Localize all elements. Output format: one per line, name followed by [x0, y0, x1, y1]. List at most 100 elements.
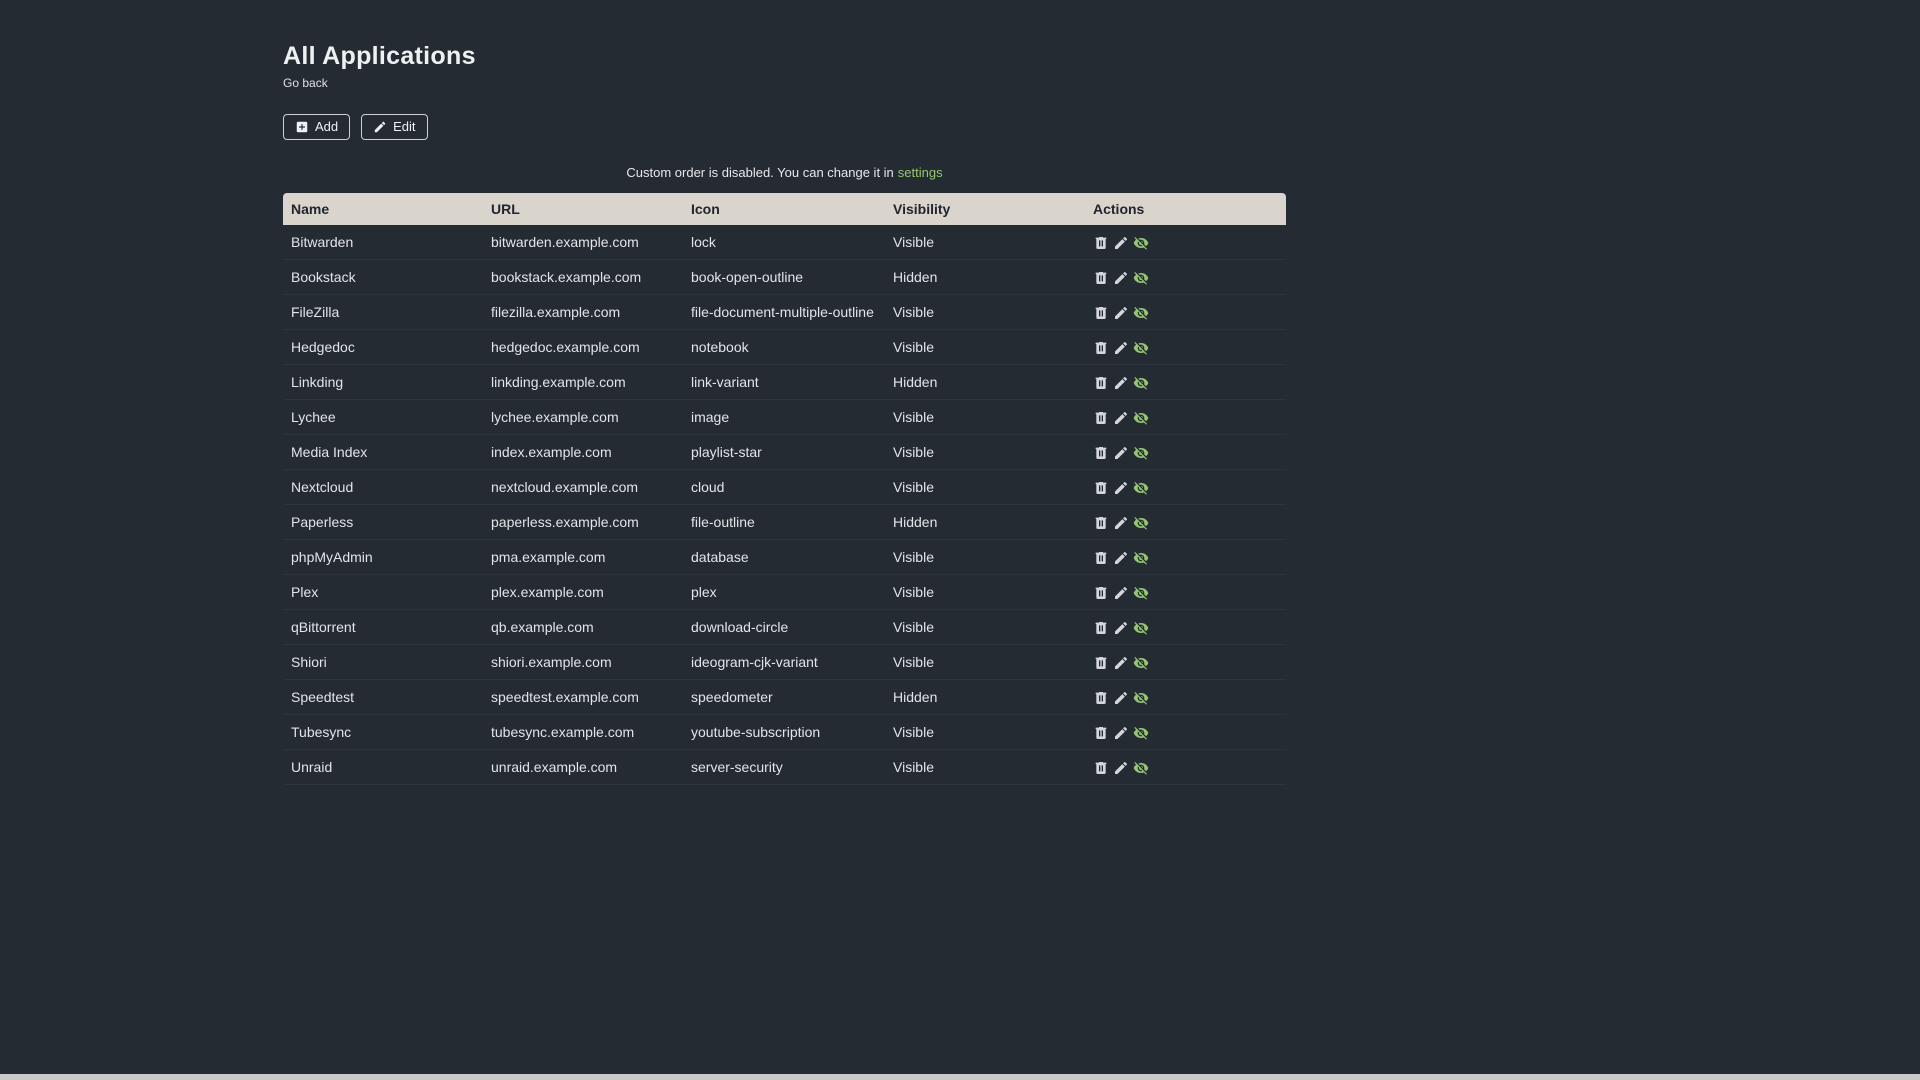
app-name: Hedgedoc [283, 329, 483, 365]
app-name: Plex [283, 574, 483, 610]
edit-button[interactable] [1113, 375, 1129, 391]
table-row: Tubesync tubesync.example.com youtube-subs… [283, 714, 1286, 750]
app-actions [1085, 609, 1286, 645]
app-name: FileZilla [283, 294, 483, 330]
app-url: plex.example.com [483, 574, 683, 610]
edit-button[interactable] [1113, 445, 1129, 461]
delete-button[interactable] [1093, 375, 1109, 391]
visibility-toggle-icon [1133, 586, 1149, 600]
delete-button[interactable] [1093, 410, 1109, 426]
add-button[interactable]: Add [283, 114, 351, 140]
delete-icon [1095, 586, 1107, 599]
edit-button[interactable] [1113, 270, 1129, 286]
visibility-toggle-button[interactable] [1133, 620, 1149, 636]
app-actions [1085, 714, 1286, 750]
app-actions [1085, 679, 1286, 715]
visibility-toggle-button[interactable] [1133, 480, 1149, 496]
delete-button[interactable] [1093, 515, 1109, 531]
visibility-toggle-button[interactable] [1133, 515, 1149, 531]
visibility-toggle-button[interactable] [1133, 655, 1149, 671]
delete-icon [1095, 656, 1107, 669]
notice-text: Custom order is disabled. You can change… [626, 165, 894, 180]
app-name: Shiori [283, 644, 483, 680]
app-actions [1085, 329, 1286, 365]
delete-button[interactable] [1093, 305, 1109, 321]
edit-button[interactable] [1113, 515, 1129, 531]
edit-button[interactable] [1113, 480, 1129, 496]
app-name: Paperless [283, 504, 483, 540]
app-visibility: Visible [885, 609, 1085, 645]
settings-link[interactable]: settings [898, 165, 943, 180]
table-row: qBittorrent qb.example.com download-circle… [283, 609, 1286, 645]
bottom-scrollbar[interactable] [0, 1074, 1920, 1080]
edit-button[interactable] [1113, 305, 1129, 321]
app-actions [1085, 749, 1286, 785]
delete-button[interactable] [1093, 480, 1109, 496]
edit-icon [1115, 621, 1128, 634]
app-name: phpMyAdmin [283, 539, 483, 575]
delete-button[interactable] [1093, 760, 1109, 776]
app-icon-name: server-security [683, 749, 885, 785]
visibility-toggle-button[interactable] [1133, 305, 1149, 321]
header-name: Name [283, 193, 483, 225]
edit-button[interactable] [1113, 235, 1129, 251]
delete-button[interactable] [1093, 620, 1109, 636]
table-row: Bookstack bookstack.example.com book-open-… [283, 259, 1286, 295]
delete-button[interactable] [1093, 235, 1109, 251]
visibility-toggle-button[interactable] [1133, 375, 1149, 391]
app-url: paperless.example.com [483, 504, 683, 540]
visibility-toggle-button[interactable] [1133, 340, 1149, 356]
delete-icon [1095, 411, 1107, 424]
visibility-toggle-button[interactable] [1133, 445, 1149, 461]
app-visibility: Hidden [885, 259, 1085, 295]
table-header-row: Name URL Icon Visibility Actions [283, 193, 1286, 225]
app-icon-name: speedometer [683, 679, 885, 715]
edit-button-toolbar[interactable]: Edit [361, 114, 428, 140]
app-icon-name: ideogram-cjk-variant [683, 644, 885, 680]
delete-button[interactable] [1093, 655, 1109, 671]
visibility-toggle-button[interactable] [1133, 235, 1149, 251]
delete-icon [1095, 621, 1107, 634]
app-url: qb.example.com [483, 609, 683, 645]
header-visibility: Visibility [885, 193, 1085, 225]
app-icon-name: image [683, 399, 885, 435]
visibility-toggle-button[interactable] [1133, 585, 1149, 601]
app-url: shiori.example.com [483, 644, 683, 680]
main-content: All Applications Go back Add Edit Custom… [283, 0, 1286, 785]
edit-button[interactable] [1113, 690, 1129, 706]
delete-button[interactable] [1093, 550, 1109, 566]
add-button-label: Add [315, 119, 339, 134]
delete-icon [1095, 341, 1107, 354]
edit-button[interactable] [1113, 725, 1129, 741]
app-actions [1085, 434, 1286, 470]
delete-button[interactable] [1093, 585, 1109, 601]
delete-button[interactable] [1093, 340, 1109, 356]
delete-button[interactable] [1093, 445, 1109, 461]
edit-button[interactable] [1113, 760, 1129, 776]
edit-button[interactable] [1113, 585, 1129, 601]
delete-icon [1095, 691, 1107, 704]
app-visibility: Hidden [885, 364, 1085, 400]
app-icon-name: download-circle [683, 609, 885, 645]
visibility-toggle-button[interactable] [1133, 550, 1149, 566]
visibility-toggle-button[interactable] [1133, 760, 1149, 776]
visibility-toggle-button[interactable] [1133, 270, 1149, 286]
edit-button[interactable] [1113, 620, 1129, 636]
edit-button[interactable] [1113, 410, 1129, 426]
edit-icon [1115, 306, 1128, 319]
delete-button[interactable] [1093, 270, 1109, 286]
visibility-toggle-button[interactable] [1133, 725, 1149, 741]
app-url: pma.example.com [483, 539, 683, 575]
edit-button[interactable] [1113, 655, 1129, 671]
go-back-link[interactable]: Go back [283, 76, 328, 90]
visibility-toggle-button[interactable] [1133, 690, 1149, 706]
delete-button[interactable] [1093, 725, 1109, 741]
app-url: hedgedoc.example.com [483, 329, 683, 365]
visibility-toggle-button[interactable] [1133, 410, 1149, 426]
app-name: Media Index [283, 434, 483, 470]
edit-button[interactable] [1113, 340, 1129, 356]
visibility-toggle-icon [1133, 341, 1149, 355]
edit-button[interactable] [1113, 550, 1129, 566]
delete-button[interactable] [1093, 690, 1109, 706]
table-row: Bitwarden bitwarden.example.com lock Visibl… [283, 225, 1286, 260]
